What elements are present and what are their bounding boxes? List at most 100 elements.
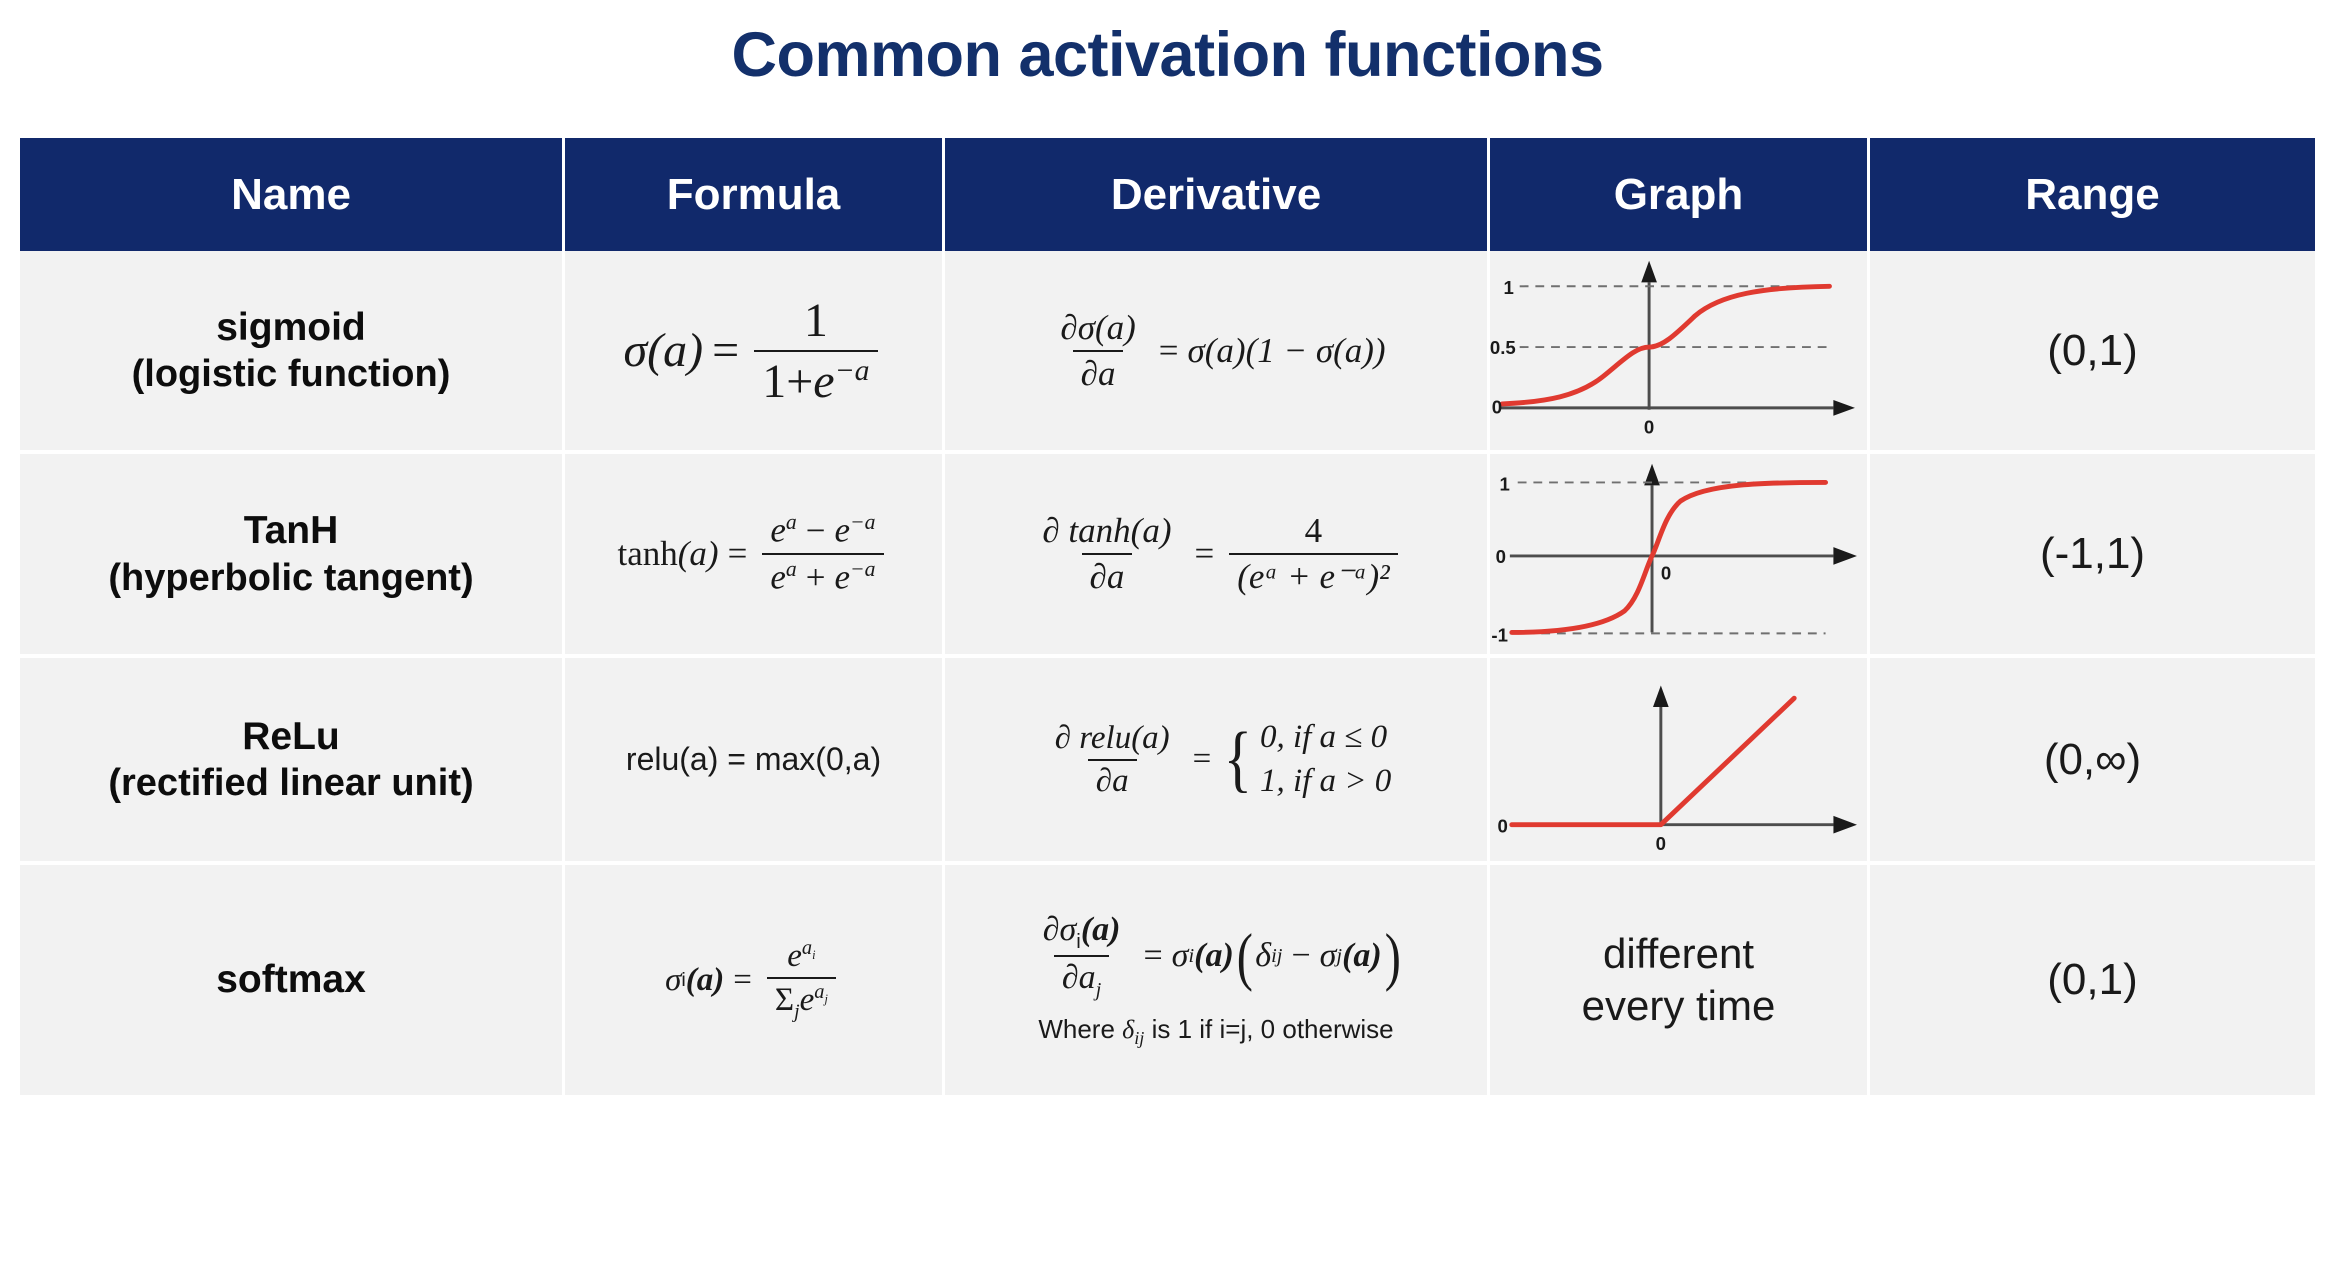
denominator-one: 1+	[762, 354, 814, 408]
y-tick-0: 0	[1496, 546, 1506, 567]
cell-name-relu: ReLu (rectified linear unit)	[20, 658, 565, 861]
numerator: ∂ relu(a)	[1054, 719, 1170, 756]
denominator: (eᵃ + e⁻ᵃ)²	[1229, 553, 1398, 597]
delta-index: ij	[1271, 944, 1283, 967]
range-value: (-1,1)	[2039, 529, 2146, 578]
exponent-a: a	[814, 980, 825, 1003]
x-axis-arrow	[1833, 400, 1855, 416]
sigma-glyph: σ	[1077, 307, 1095, 347]
numerator: ∂σi(a)	[1035, 911, 1129, 956]
e-exponent: ai	[801, 936, 816, 962]
e-exponent: aj	[814, 980, 828, 1006]
denominator: Σjeaj	[766, 976, 836, 1024]
range-value: (0,∞)	[2043, 734, 2142, 784]
y-axis-arrow	[1641, 260, 1657, 283]
piecewise-cases: { 0, if a ≤ 0 1, if a > 0	[1220, 716, 1391, 803]
x-tick-0: 0	[1661, 562, 1671, 583]
function-name: softmax	[216, 958, 366, 1002]
e-exponent: −a	[850, 510, 876, 535]
minus-sign: −	[1291, 937, 1311, 975]
exponent-a: a	[801, 936, 813, 959]
table-row: sigmoid (logistic function) σ (a) = 1 1+e…	[20, 251, 2315, 454]
y-tick-0: 0	[1492, 397, 1502, 418]
cell-graph-softmax: different every time	[1490, 865, 1870, 1095]
page-title: Common activation functions	[731, 20, 1604, 90]
fraction: 1 1+e−a	[754, 293, 878, 409]
exponent-index: j	[824, 991, 828, 1006]
sigma-arg: (a)	[685, 961, 725, 998]
numerator: ∂σ(a)	[1052, 308, 1143, 350]
derivative-softmax: ∂σi(a) ∂aj = σ i (a) ( δ ij − σ j (a) )	[1029, 911, 1404, 1003]
partial-symbol: ∂	[1060, 307, 1078, 347]
table-header-row: Name Formula Derivative Graph Range	[20, 138, 2315, 251]
denominator: ∂aj	[1053, 955, 1110, 1002]
cell-range-relu: (0,∞)	[1870, 658, 2315, 861]
relu-graph: 0 0	[1498, 685, 1857, 854]
sigma-arg: (a)	[1080, 910, 1121, 948]
y-tick-0.5: 0.5	[1490, 337, 1516, 358]
x-axis-arrow	[1833, 547, 1857, 565]
cell-range-softmax: (0,1)	[1870, 865, 2315, 1095]
function-subtitle: (rectified linear unit)	[108, 762, 474, 805]
delta-glyph: δ	[1255, 937, 1272, 975]
delta-glyph: δ	[1122, 1015, 1135, 1045]
y-axis-arrow	[1653, 685, 1669, 708]
x-tick-0: 0	[1644, 416, 1654, 437]
plus-sign: +	[805, 557, 826, 597]
cell-derivative-relu: ∂ relu(a) ∂a = { 0, if a ≤ 0 1, if a > 0	[945, 658, 1490, 861]
left-brace: {	[1223, 718, 1253, 801]
delta-index: ij	[1134, 1028, 1145, 1049]
derivative-tanh: ∂ tanh(a) ∂a = 4 (eᵃ + e⁻ᵃ)²	[1028, 511, 1403, 597]
slide: Common activation functions Name Formula…	[0, 0, 2335, 1275]
cell-graph-tanh: 1 0 -1 0	[1490, 454, 1870, 654]
case-negative: 0, if a ≤ 0	[1259, 718, 1388, 755]
cell-range-tanh: (-1,1)	[1870, 454, 2315, 654]
formula-relu: relu(a) = max(0,a)	[625, 741, 882, 777]
sigma-glyph: σ	[1171, 937, 1189, 975]
cell-formula-sigmoid: σ (a) = 1 1+e−a	[565, 251, 945, 450]
fraction: ∂σi(a) ∂aj	[1035, 911, 1129, 1003]
cell-graph-relu: 0 0	[1490, 658, 1870, 861]
fraction: ∂σ(a) ∂a	[1052, 308, 1143, 394]
denominator: ∂a	[1081, 553, 1133, 597]
numerator: eai	[779, 937, 823, 977]
table-row: softmax σ i (a) = eai Σjeaj ∂σi(a) ∂aj =…	[20, 865, 2315, 1095]
cell-derivative-sigmoid: ∂σ(a) ∂a = σ(a)(1 − σ(a))	[945, 251, 1490, 450]
numerator: ∂ tanh(a)	[1042, 511, 1172, 550]
derivative-note: Where δij is 1 if i=j, 0 otherwise	[1038, 1014, 1393, 1049]
fraction: ∂ relu(a) ∂a	[1047, 720, 1178, 800]
denominator-e: e	[813, 354, 835, 408]
function-name: sigmoid	[216, 305, 366, 349]
denominator-exponent: −a	[834, 353, 870, 387]
formula-softmax: σ i (a) = eai Σjeaj	[665, 937, 842, 1024]
e-exponent: −a	[850, 557, 876, 581]
e-term: e	[834, 557, 851, 597]
fraction: eai Σjeaj	[766, 937, 836, 1024]
graph-text-line-1: different	[1603, 929, 1754, 977]
note-prefix: Where	[1038, 1014, 1123, 1045]
fraction: ea − e−a ea + e−a	[762, 510, 884, 598]
e-term: e	[770, 511, 786, 550]
cell-derivative-tanh: ∂ tanh(a) ∂a = 4 (eᵃ + e⁻ᵃ)²	[945, 454, 1490, 654]
column-header-name: Name	[20, 138, 565, 251]
denominator: ea + e−a	[762, 553, 884, 598]
e-term: e	[787, 937, 802, 974]
cell-formula-tanh: tanh (a) = ea − e−a ea + e−a	[565, 454, 945, 654]
cell-name-tanh: TanH (hyperbolic tangent)	[20, 454, 565, 654]
numerator: 1	[803, 293, 828, 347]
cell-name-softmax: softmax	[20, 865, 565, 1095]
sigma-arg: (a)	[1094, 307, 1136, 347]
cell-formula-softmax: σ i (a) = eai Σjeaj	[565, 865, 945, 1095]
sigma-arg: (a)	[1342, 937, 1382, 975]
sigma-glyph: σ	[623, 324, 648, 377]
equals-sign: =	[1192, 741, 1212, 777]
minus-sign: −	[805, 511, 826, 550]
sigmoid-graph: 1 0.5 0 0	[1490, 260, 1855, 437]
e-term: e	[770, 557, 786, 597]
denominator: ∂a	[1072, 349, 1124, 394]
cell-derivative-softmax: ∂σi(a) ∂aj = σ i (a) ( δ ij − σ j (a) ) Where…	[945, 865, 1490, 1095]
sigma-glyph: σ	[665, 961, 682, 998]
numerator: ea − e−a	[762, 510, 883, 553]
range-value: (0,1)	[2047, 325, 2138, 375]
a-index: j	[1095, 979, 1102, 1002]
